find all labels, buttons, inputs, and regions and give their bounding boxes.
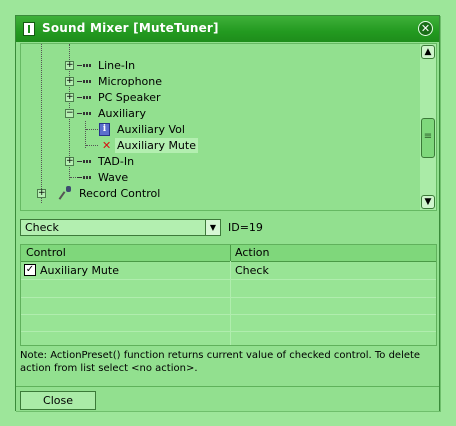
window-title: Sound Mixer [MuteTuner] bbox=[42, 21, 219, 35]
connector-icon bbox=[77, 160, 91, 163]
sound-mixer-window: Sound Mixer [MuteTuner] ✕ + Line-In + Mi… bbox=[15, 15, 440, 411]
action-select[interactable]: Check ▼ bbox=[20, 219, 221, 236]
actions-table[interactable]: Control Action ✓ Auxiliary Mute Check bbox=[20, 244, 437, 346]
close-button[interactable]: Close bbox=[20, 391, 96, 410]
table-row-empty[interactable] bbox=[21, 280, 436, 298]
footer: Close bbox=[16, 386, 439, 411]
expand-icon[interactable]: + bbox=[65, 77, 74, 86]
expand-icon[interactable]: + bbox=[65, 93, 74, 102]
collapse-icon[interactable]: − bbox=[65, 109, 74, 118]
tree-item-wave[interactable]: Wave bbox=[21, 170, 221, 185]
row-checkbox[interactable]: ✓ bbox=[24, 264, 36, 276]
tree-item-tad-in[interactable]: + TAD-In bbox=[21, 154, 221, 169]
cell-control: Auxiliary Mute bbox=[40, 264, 119, 277]
tree-item-record-control[interactable]: + Record Control bbox=[21, 186, 221, 201]
column-header-control[interactable]: Control bbox=[26, 246, 66, 259]
column-divider bbox=[230, 261, 231, 345]
close-icon[interactable]: ✕ bbox=[418, 21, 433, 36]
connector-icon bbox=[77, 96, 91, 99]
action-select-value: Check bbox=[25, 221, 59, 234]
table-row[interactable]: ✓ Auxiliary Mute Check bbox=[21, 262, 436, 280]
title-bar[interactable]: Sound Mixer [MuteTuner] ✕ bbox=[16, 16, 439, 42]
scroll-down-icon[interactable]: ▼ bbox=[421, 195, 435, 209]
tree-item-label: Auxiliary Mute bbox=[115, 138, 198, 153]
tree-item-label: Wave bbox=[98, 171, 129, 184]
scroll-thumb[interactable] bbox=[421, 118, 435, 158]
tree-scrollbar[interactable]: ▲ ▼ bbox=[420, 44, 436, 210]
tree-item-label: Microphone bbox=[98, 75, 163, 88]
tree-item-label: Line-In bbox=[98, 59, 136, 72]
table-row-empty[interactable] bbox=[21, 314, 436, 332]
volume-info-icon: i bbox=[99, 123, 110, 136]
connector-icon bbox=[77, 80, 91, 83]
tree-item-auxiliary-vol[interactable]: i Auxiliary Vol bbox=[21, 122, 221, 137]
scroll-up-icon[interactable]: ▲ bbox=[421, 45, 435, 59]
expand-icon[interactable]: + bbox=[65, 61, 74, 70]
tree-item-auxiliary-mute[interactable]: ✕ Auxiliary Mute bbox=[21, 138, 221, 153]
connector-icon bbox=[77, 64, 91, 67]
tree-item-label: TAD-In bbox=[98, 155, 135, 168]
connector-icon bbox=[77, 112, 91, 115]
table-header: Control Action bbox=[21, 245, 436, 262]
mute-x-icon: ✕ bbox=[102, 139, 112, 152]
tree-item-label: Auxiliary bbox=[98, 107, 146, 120]
tree-item-microphone[interactable]: + Microphone bbox=[21, 74, 221, 89]
cell-action: Check bbox=[235, 264, 269, 277]
connector-icon bbox=[77, 176, 91, 179]
microphone-icon bbox=[59, 186, 73, 200]
expand-icon[interactable]: + bbox=[65, 157, 74, 166]
tree-item-auxiliary[interactable]: − Auxiliary bbox=[21, 106, 221, 121]
mixer-tree[interactable]: + Line-In + Microphone + PC Speaker − Au… bbox=[20, 43, 437, 211]
id-label: ID=19 bbox=[228, 221, 263, 234]
column-header-action[interactable]: Action bbox=[235, 246, 269, 259]
tree-item-label: PC Speaker bbox=[98, 91, 161, 104]
column-divider[interactable] bbox=[230, 245, 231, 261]
tree-item-pc-speaker[interactable]: + PC Speaker bbox=[21, 90, 221, 105]
expand-icon[interactable]: + bbox=[37, 189, 46, 198]
tree-item-label: Auxiliary Vol bbox=[117, 123, 185, 136]
table-row-empty[interactable] bbox=[21, 297, 436, 315]
tree-item-line-in[interactable]: + Line-In bbox=[21, 58, 221, 73]
note-text: Note: ActionPreset() function returns cu… bbox=[20, 350, 421, 374]
tree-item-label: Record Control bbox=[79, 187, 161, 200]
app-icon bbox=[23, 22, 35, 36]
chevron-down-icon[interactable]: ▼ bbox=[205, 220, 220, 235]
